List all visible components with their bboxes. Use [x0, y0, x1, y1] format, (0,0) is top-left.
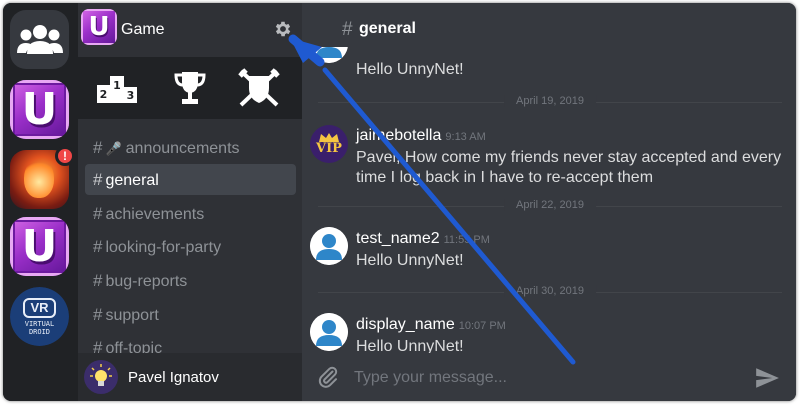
guild-icon-letter: U — [88, 12, 110, 42]
guild-name: Game — [121, 21, 165, 38]
server-unnynet-2[interactable]: U — [10, 217, 69, 276]
hash-icon: # — [93, 271, 103, 290]
message-text: Pavel, How come my friends never stay ac… — [356, 149, 782, 186]
message-text: Hello UnnyNet! — [356, 338, 464, 353]
leaderboard-button[interactable]: 1 2 3 — [96, 67, 138, 109]
svg-text:3: 3 — [127, 89, 135, 102]
chat-channel-title: general — [359, 20, 416, 37]
server-unnynet[interactable]: U — [10, 80, 69, 139]
message-list: Hello UnnyNet! April 19, 2019 VIP jaimeb… — [302, 47, 796, 353]
channel-label: support — [105, 307, 159, 324]
paperclip-icon[interactable] — [316, 365, 340, 389]
app-window: U ! U VR VIRTUAL DROID U Game 1 2 3 # 🎤 … — [3, 3, 796, 401]
date-divider-label: April 30, 2019 — [504, 285, 596, 297]
vr-logo: VR — [23, 297, 56, 318]
hash-icon: # — [93, 305, 103, 324]
hash-icon: # — [93, 170, 103, 189]
message-input[interactable] — [354, 365, 734, 391]
server-letter: U — [21, 83, 58, 135]
vr-text-2: DROID — [28, 327, 51, 336]
message-author: display_name 10:07 PM — [356, 316, 506, 334]
vip-label: VIP — [316, 141, 342, 156]
avatar — [310, 313, 348, 351]
hash-icon: # — [93, 204, 103, 223]
date-divider: April 30, 2019 — [318, 285, 782, 297]
channel-sidebar: U Game 1 2 3 # 🎤 announcements # general… — [78, 3, 302, 401]
achievements-button[interactable] — [169, 67, 211, 109]
guilds-button[interactable] — [238, 67, 280, 109]
message-time: 11:55 PM — [443, 234, 490, 246]
avatar — [310, 47, 348, 63]
users-icon — [16, 24, 63, 54]
avatar[interactable] — [84, 360, 118, 394]
send-icon[interactable] — [754, 365, 780, 391]
hash-icon: # — [93, 237, 103, 256]
message-author: test_name2 11:55 PM — [356, 230, 490, 248]
notification-badge: ! — [55, 146, 75, 166]
server-friends[interactable] — [10, 10, 69, 69]
message-text: Hello UnnyNet! — [356, 61, 464, 78]
user-silhouette-icon — [310, 47, 348, 63]
svg-text:2: 2 — [100, 88, 108, 101]
channel-bug-reports[interactable]: # bug-reports — [85, 265, 296, 296]
channel-label: general — [105, 172, 159, 189]
channel-looking-for-party[interactable]: # looking-for-party — [85, 231, 296, 262]
message-author: jaimebotella 9:13 AM — [356, 127, 486, 145]
date-divider: April 19, 2019 — [318, 95, 782, 107]
shield-swords-icon — [238, 68, 280, 107]
channel-label: achievements — [105, 206, 205, 223]
avatar: VIP — [310, 125, 348, 163]
server-hero-game[interactable]: ! — [10, 146, 75, 209]
hash-icon: # — [93, 138, 103, 157]
server-rail: U ! U VR VIRTUAL DROID — [3, 3, 78, 401]
server-virtual-droid[interactable]: VR VIRTUAL DROID — [10, 287, 69, 346]
svg-text:1: 1 — [113, 79, 121, 92]
channel-label: bug-reports — [105, 273, 188, 290]
date-divider-label: April 19, 2019 — [504, 95, 596, 107]
guild-icon: U — [81, 9, 117, 45]
channel-achievements[interactable]: # achievements — [85, 198, 296, 229]
message-composer — [302, 353, 796, 401]
lightbulb-icon — [90, 364, 112, 386]
channel-support[interactable]: # support — [85, 299, 296, 330]
avatar — [310, 227, 348, 265]
server-letter: U — [21, 220, 58, 272]
chat-area: # general Hello UnnyNet! April 19, 2019 … — [302, 3, 796, 401]
microphone-icon: 🎤 — [105, 141, 122, 156]
date-divider-label: April 22, 2019 — [504, 199, 596, 211]
user-silhouette-icon — [310, 227, 348, 265]
trophy-icon — [174, 72, 206, 104]
user-panel: Pavel Ignatov — [78, 353, 302, 401]
message-time: 10:07 PM — [458, 320, 506, 332]
date-divider: April 22, 2019 — [318, 199, 782, 211]
guild-action-bar: 1 2 3 — [78, 57, 302, 119]
channel-label: looking-for-party — [105, 239, 222, 256]
user-silhouette-icon — [310, 313, 348, 351]
hash-icon: # — [342, 19, 353, 40]
author-name[interactable]: display_name — [356, 316, 455, 333]
channel-general[interactable]: # general — [85, 164, 296, 195]
message-text: Hello UnnyNet! — [356, 252, 464, 269]
user-name: Pavel Ignatov — [128, 369, 219, 386]
channel-announcements[interactable]: # 🎤 announcements — [85, 132, 296, 163]
gear-icon[interactable] — [273, 19, 293, 39]
guild-header: U Game — [78, 3, 302, 55]
vr-text-1: VIRTUAL — [24, 319, 55, 328]
message-time: 9:13 AM — [445, 131, 486, 143]
channel-label: announcements — [125, 140, 240, 157]
podium-icon: 1 2 3 — [97, 76, 137, 103]
author-name[interactable]: jaimebotella — [356, 127, 441, 144]
author-name[interactable]: test_name2 — [356, 230, 440, 247]
